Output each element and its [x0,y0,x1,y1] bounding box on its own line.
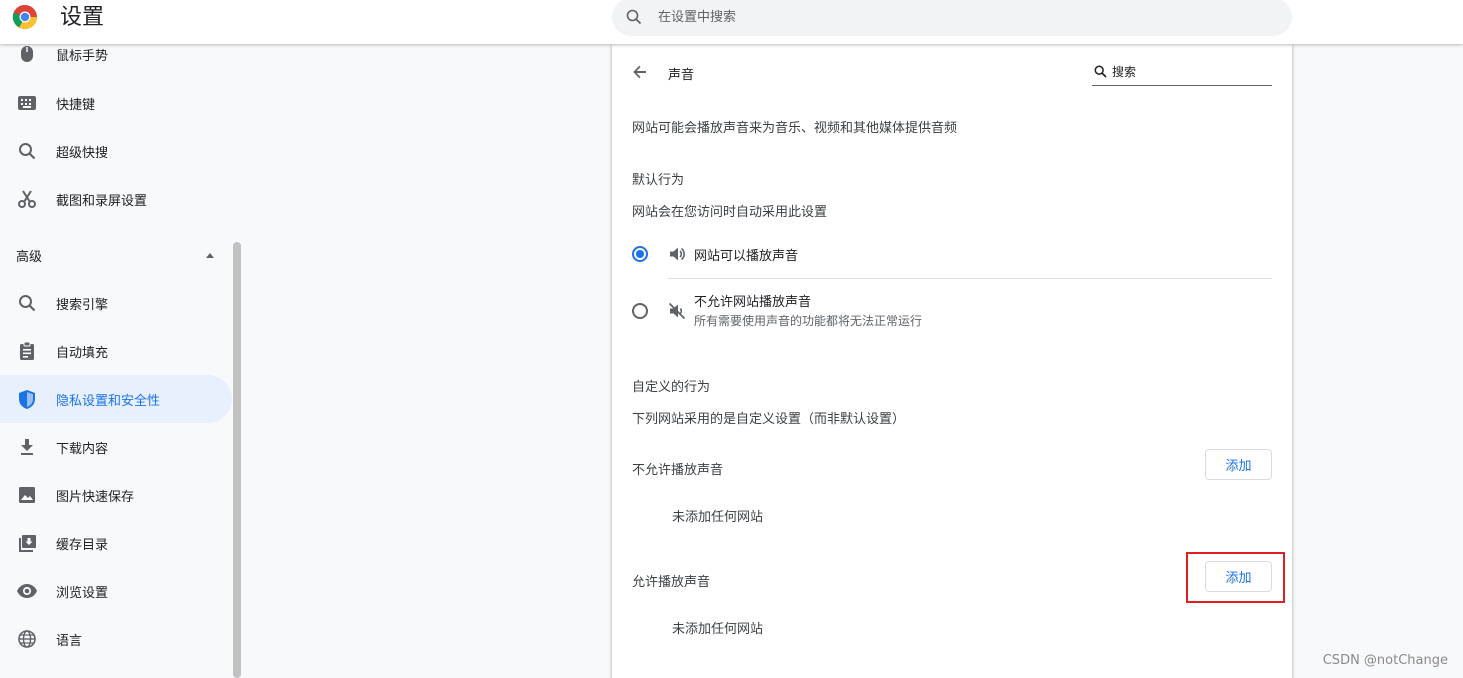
sidebar: 鼠标手势 快捷键 超级快搜 截图和录屏设置 高级 搜索引擎 自动填充 隐私设置和… [0,44,241,678]
sidebar-section-advanced[interactable]: 高级 [16,246,216,266]
search-icon [626,9,642,25]
sidebar-item-browsing-settings[interactable]: 浏览设置 [0,567,232,615]
volume-up-icon [670,247,685,261]
sidebar-item-screenshot-settings[interactable]: 截图和录屏设置 [0,175,232,223]
sidebar-item-label: 快捷键 [56,97,96,113]
watermark: CSDN @notChange [1322,653,1448,668]
sidebar-item-cache-directory[interactable]: 缓存目录 [0,519,232,567]
sidebar-item-label: 隐私设置和安全性 [56,393,161,409]
sidebar-item-label: 鼠标手势 [56,48,109,64]
browser-logo-icon [12,4,37,30]
sidebar-section-label: 高级 [16,250,43,265]
sidebar-item-shortcuts[interactable]: 快捷键 [0,79,232,127]
subpage-search-input[interactable] [1112,62,1267,82]
block-list-title: 不允许播放声音 [632,463,724,478]
eye-icon [17,581,37,601]
settings-search-input[interactable] [658,4,1258,30]
option-block-description: 所有需要使用声音的功能都将无法正常运行 [694,314,923,328]
back-arrow-icon[interactable] [630,62,650,82]
sound-description: 网站可能会播放声音来为音乐、视频和其他媒体提供音频 [632,121,958,136]
option-block-label[interactable]: 不允许网站播放声音 [694,291,811,310]
sidebar-item-label: 缓存目录 [56,537,109,553]
default-behavior-heading: 默认行为 [632,173,685,188]
search-icon [1094,65,1107,78]
clipboard-icon [17,341,37,361]
keyboard-icon [17,93,37,113]
sidebar-item-label: 图片快速保存 [56,489,135,505]
shield-icon [17,389,37,409]
divider [668,278,1272,279]
sidebar-item-autofill[interactable]: 自动填充 [0,327,232,375]
sidebar-item-label: 超级快搜 [56,145,109,161]
sidebar-item-super-search[interactable]: 超级快搜 [0,127,232,175]
search-icon [17,141,37,161]
page-title: 设置 [60,5,105,30]
sidebar-item-label: 语言 [56,633,83,649]
sidebar-item-label: 浏览设置 [56,585,109,601]
sidebar-item-label: 搜索引擎 [56,297,109,313]
globe-icon [17,629,37,649]
sidebar-item-label: 截图和录屏设置 [56,193,148,209]
add-blocked-site-button[interactable]: 添加 [1205,449,1272,480]
annotation-highlight-box [1186,552,1285,603]
block-list-empty: 未添加任何网站 [672,510,764,525]
default-behavior-subtitle: 网站会在您访问时自动采用此设置 [632,205,828,220]
subpage-search[interactable] [1092,60,1272,86]
search-icon [17,293,37,313]
sidebar-item-search-engine[interactable]: 搜索引擎 [0,279,232,327]
sidebar-item-privacy-security[interactable]: 隐私设置和安全性 [0,375,232,423]
option-allow-label[interactable]: 网站可以播放声音 [694,245,798,264]
sidebar-item-label: 自动填充 [56,345,109,361]
volume-off-icon [668,302,686,320]
sidebar-item-image-quick-save[interactable]: 图片快速保存 [0,471,232,519]
sidebar-scrollbar[interactable] [233,242,241,678]
image-icon [17,485,37,505]
cache-folder-icon [17,533,37,553]
custom-behavior-subtitle: 下列网站采用的是自定义设置（而非默认设置） [632,412,906,427]
scissors-icon [17,189,37,209]
allow-list-empty: 未添加任何网站 [672,622,764,637]
mouse-icon [17,44,37,64]
collapse-arrow-icon [206,253,214,258]
custom-behavior-heading: 自定义的行为 [632,380,711,395]
radio-allow-sound[interactable] [632,246,648,262]
sidebar-item-language[interactable]: 语言 [0,615,232,663]
sidebar-item-downloads[interactable]: 下载内容 [0,423,232,471]
subpage-title: 声音 [668,68,695,83]
settings-search[interactable] [612,0,1292,36]
allow-list-title: 允许播放声音 [632,575,711,590]
download-icon [17,437,37,457]
top-bar: 设置 [0,0,1463,44]
sidebar-item-label: 下载内容 [56,441,109,457]
radio-block-sound[interactable] [632,303,648,319]
